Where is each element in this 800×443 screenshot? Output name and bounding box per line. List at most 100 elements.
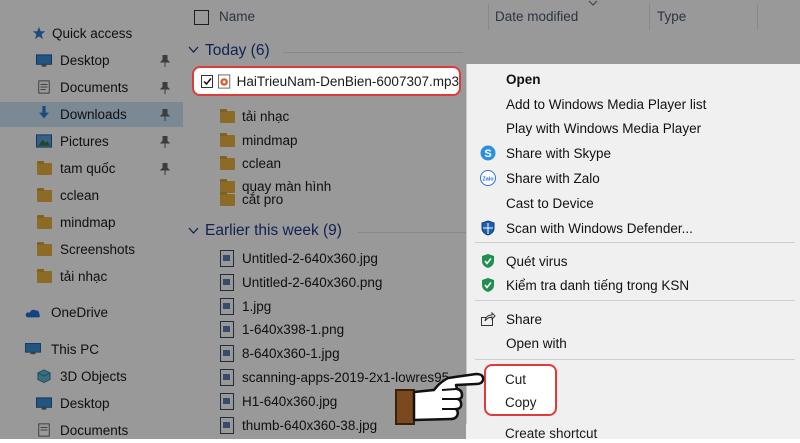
file-name: Untitled-2-640x360.png xyxy=(242,275,383,290)
image-file-icon xyxy=(220,298,234,315)
menu-item-copy[interactable]: Copy xyxy=(486,392,555,414)
column-type[interactable]: Type xyxy=(657,9,686,24)
column-name[interactable]: Name xyxy=(219,9,255,24)
menu-item-share[interactable]: Share xyxy=(467,307,800,331)
nav-item-downloads[interactable]: Downloads xyxy=(0,102,183,127)
folder-icon xyxy=(220,133,235,147)
collapse-chevron-icon[interactable] xyxy=(188,46,199,54)
selected-file-row[interactable]: HaiTrieuNam-DenBien-6007307.mp3 xyxy=(192,66,461,96)
menu-item-share-with-skype[interactable]: S Share with Skype xyxy=(467,141,800,165)
pin-icon[interactable] xyxy=(160,109,170,121)
group-header-today[interactable]: Today (6) xyxy=(205,42,270,60)
menu-item-cut[interactable]: Cut xyxy=(486,369,555,391)
image-file-icon xyxy=(220,250,234,267)
column-divider[interactable] xyxy=(488,4,489,30)
nav-item-pc-desktop[interactable]: Desktop xyxy=(0,391,183,416)
image-file-icon xyxy=(220,321,234,338)
nav-item-3d-objects[interactable]: 3D Objects xyxy=(0,364,183,389)
nav-item-tai-nhac[interactable]: tải nhạc xyxy=(0,264,183,289)
menu-label: Kiểm tra danh tiếng trong KSN xyxy=(506,277,690,293)
nav-label: Pictures xyxy=(60,134,109,149)
file-name: thumb-640x360-38.jpg xyxy=(242,418,378,433)
nav-this-pc[interactable]: This PC xyxy=(0,337,183,362)
nav-item-pc-documents[interactable]: Documents xyxy=(0,418,183,443)
list-item[interactable]: thumb-640x360-38.jpg xyxy=(220,414,377,437)
list-item[interactable]: 1.jpg xyxy=(220,295,271,318)
pin-icon[interactable] xyxy=(160,55,170,67)
folder-icon xyxy=(37,242,52,256)
nav-item-screenshots[interactable]: Screenshots xyxy=(0,237,183,262)
column-divider[interactable] xyxy=(757,4,758,30)
downloads-icon xyxy=(39,106,49,119)
nav-item-cclean[interactable]: cclean xyxy=(0,183,183,208)
pin-icon[interactable] xyxy=(160,163,170,175)
menu-separator xyxy=(475,359,795,360)
menu-item-quet-virus[interactable]: Quét virus xyxy=(467,249,800,273)
3d-objects-icon xyxy=(37,369,51,383)
image-file-icon xyxy=(220,393,234,410)
menu-separator xyxy=(475,242,795,243)
column-divider[interactable] xyxy=(649,4,650,30)
share-icon xyxy=(481,311,496,326)
list-item[interactable]: 1-640x398-1.png xyxy=(220,318,344,341)
list-item[interactable]: cclean xyxy=(220,152,281,175)
menu-label: Share with Skype xyxy=(506,145,612,161)
menu-label: Scan with Windows Defender... xyxy=(506,220,693,236)
file-name: 1-640x398-1.png xyxy=(242,322,345,337)
navigation-pane: Quick access Desktop Documents Downloads… xyxy=(0,0,183,439)
group-header-earlier-this-week[interactable]: Earlier this week (9) xyxy=(205,222,342,240)
menu-label: Quét virus xyxy=(506,253,568,269)
list-item[interactable]: cắt pro xyxy=(220,188,283,211)
list-item[interactable]: 8-640x360-1.jpg xyxy=(220,342,340,365)
folder-icon xyxy=(37,188,52,202)
pin-icon[interactable] xyxy=(160,136,170,148)
menu-item-open[interactable]: Open xyxy=(467,67,800,91)
image-file-icon xyxy=(220,345,234,362)
file-name: H1-640x360.jpg xyxy=(242,394,338,409)
list-item[interactable]: tải nhạc xyxy=(220,105,289,128)
menu-item-cast-to-device[interactable]: Cast to Device xyxy=(467,191,800,215)
menu-item-create-shortcut[interactable]: Create shortcut xyxy=(466,424,800,441)
select-all-checkbox[interactable] xyxy=(194,10,209,25)
cut-copy-highlight: Cut Copy xyxy=(484,364,557,416)
nav-label: cclean xyxy=(60,188,100,203)
nav-label: Screenshots xyxy=(60,242,136,257)
zalo-icon: Zalo xyxy=(480,170,496,186)
menu-label: Add to Windows Media Player list xyxy=(506,96,707,112)
nav-item-tam-quoc[interactable]: tam quốc xyxy=(0,156,183,181)
nav-label: tải nhạc xyxy=(60,269,108,284)
nav-item-desktop[interactable]: Desktop xyxy=(0,48,183,73)
menu-item-share-with-zalo[interactable]: Zalo Share with Zalo xyxy=(467,166,800,190)
menu-item-play-with-wmp[interactable]: Play with Windows Media Player xyxy=(467,116,800,140)
file-name: cclean xyxy=(242,156,282,171)
sort-chevron-icon xyxy=(588,0,598,6)
menu-item-scan-with-defender[interactable]: Scan with Windows Defender... xyxy=(467,216,800,240)
menu-label: Open with xyxy=(506,335,567,351)
nav-label: Documents xyxy=(60,80,129,95)
nav-quick-access[interactable]: Quick access xyxy=(0,21,183,46)
nav-label: Desktop xyxy=(60,396,110,411)
documents-icon xyxy=(38,80,50,94)
skype-icon: S xyxy=(480,145,496,161)
menu-label: Cast to Device xyxy=(506,195,594,211)
file-checkbox[interactable] xyxy=(201,74,214,88)
list-item[interactable]: mindmap xyxy=(220,129,298,152)
nav-label: Quick access xyxy=(52,26,133,41)
folder-icon xyxy=(220,109,235,123)
list-item[interactable]: Untitled-2-640x360.png xyxy=(220,271,382,294)
menu-item-add-to-wmp-list[interactable]: Add to Windows Media Player list xyxy=(467,92,800,116)
column-date-modified[interactable]: Date modified xyxy=(495,9,578,24)
nav-label: Documents xyxy=(60,423,129,438)
menu-item-kiem-tra-ksn[interactable]: Kiểm tra danh tiếng trong KSN xyxy=(467,273,800,297)
nav-item-pictures[interactable]: Pictures xyxy=(0,129,183,154)
collapse-chevron-icon[interactable] xyxy=(188,227,199,235)
kaspersky-shield-icon xyxy=(482,254,494,268)
nav-item-documents[interactable]: Documents xyxy=(0,75,183,100)
nav-item-mindmap[interactable]: mindmap xyxy=(0,210,183,235)
list-item[interactable]: Untitled-2-640x360.jpg xyxy=(220,247,378,270)
nav-onedrive[interactable]: OneDrive xyxy=(0,300,183,325)
menu-item-open-with[interactable]: Open with xyxy=(467,331,800,355)
list-item[interactable]: H1-640x360.jpg xyxy=(220,390,337,413)
pin-icon[interactable] xyxy=(160,82,170,94)
pictures-icon xyxy=(36,134,52,148)
